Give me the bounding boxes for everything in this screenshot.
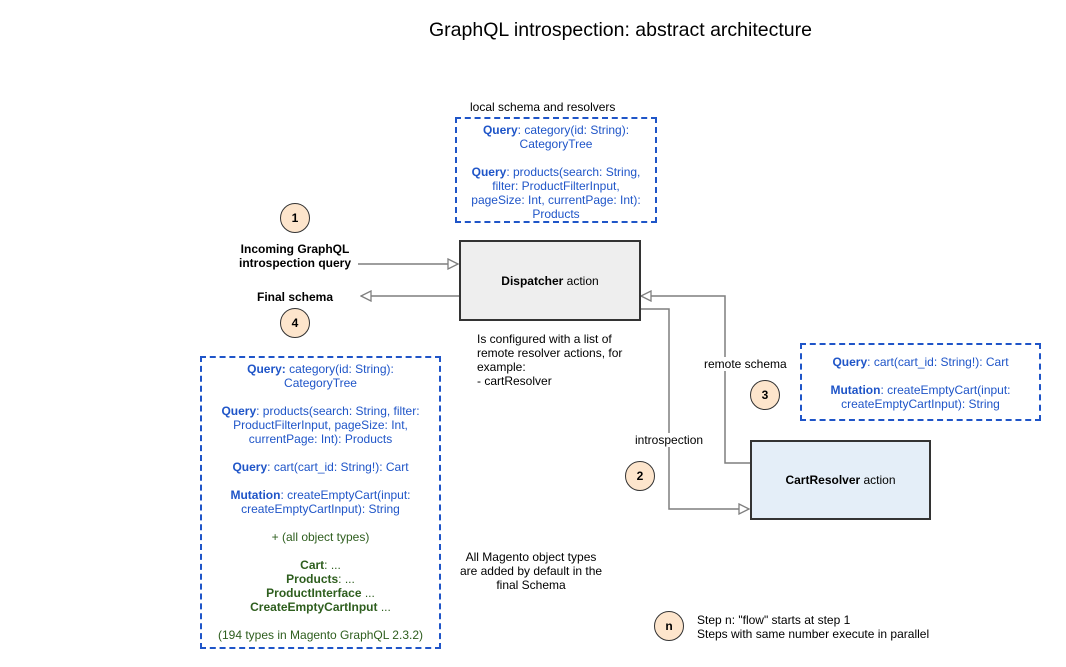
final-query-category-kind: Query: xyxy=(247,362,286,376)
dispatcher-action-node[interactable]: Dispatcher action xyxy=(459,240,641,321)
default-types-note: All Magento object types are added by de… xyxy=(459,550,603,592)
introspection-edge-label: introspection xyxy=(635,433,704,447)
dispatcher-note: Is configured with a list of remote reso… xyxy=(477,332,623,388)
final-mutation-kind: Mutation xyxy=(230,488,281,502)
final-query-cart-kind: Query xyxy=(232,460,268,474)
object-type-item: ProductInterface ... xyxy=(266,586,375,600)
object-type-item: Products: ... xyxy=(286,572,355,586)
step-legend-badge: n xyxy=(654,611,684,641)
cartresolver-name: CartResolver xyxy=(785,473,861,487)
step-4-badge: 4 xyxy=(280,308,310,338)
dispatcher-name: Dispatcher xyxy=(501,273,564,288)
final-schema-label: Final schema xyxy=(256,290,334,304)
object-type-item: Cart: ... xyxy=(300,558,341,572)
step-2-badge: 2 xyxy=(625,461,655,491)
object-type-item: CreateEmptyCartInput ... xyxy=(250,600,391,614)
step-1-badge: 1 xyxy=(280,203,310,233)
local-schema-box: Query: category(id: String): CategoryTre… xyxy=(455,117,657,223)
remote-query-kind: Query xyxy=(832,355,868,369)
final-schema-box: Query: category(id: String): CategoryTre… xyxy=(200,356,441,649)
step-3-badge: 3 xyxy=(750,380,780,410)
local-query-products-kind: Query xyxy=(471,165,507,179)
remote-schema-edge-label: remote schema xyxy=(704,357,787,371)
remote-schema-box: Query: cart(cart_id: String!): Cart Muta… xyxy=(800,343,1041,421)
local-query-category-kind: Query xyxy=(482,123,518,137)
local-schema-caption: local schema and resolvers xyxy=(470,100,616,114)
all-object-types-label: + (all object types) xyxy=(271,530,370,544)
type-count-note: (194 types in Magento GraphQL 2.3.2) xyxy=(217,628,423,642)
remote-mutation-kind: Mutation xyxy=(830,383,881,397)
introspection-arrow xyxy=(640,308,749,509)
step-legend-text: Step n: "flow" starts at step 1 Steps wi… xyxy=(697,613,930,641)
cartresolver-action-node[interactable]: CartResolver action xyxy=(750,440,931,520)
final-query-products-kind: Query xyxy=(221,404,257,418)
incoming-query-label: Incoming GraphQL introspection query xyxy=(238,242,351,270)
